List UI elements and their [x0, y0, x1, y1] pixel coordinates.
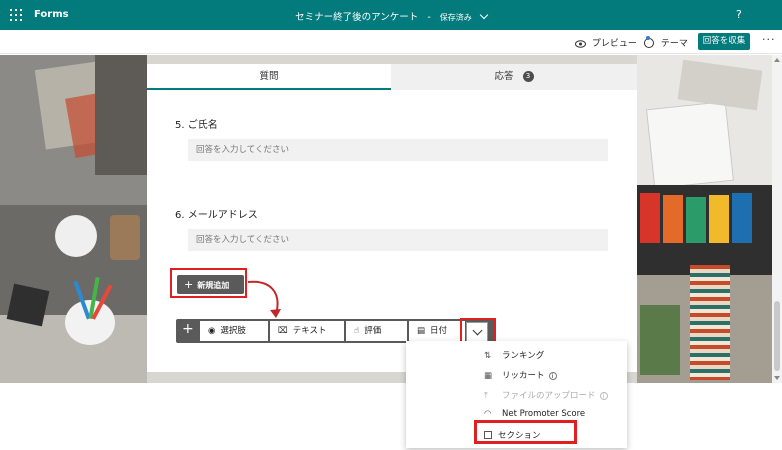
preview-button[interactable]: プレビュー [575, 36, 637, 49]
choice-label: 選択肢 [220, 326, 246, 336]
theme-button[interactable]: テーマ [644, 36, 688, 49]
command-bar: プレビュー テーマ 回答を収集 ··· [0, 30, 782, 54]
app-bar: Forms セミナー終了後のアンケート - 保存済み ? [0, 0, 782, 30]
calendar-icon: ▤ [417, 326, 426, 336]
palette-icon [644, 36, 654, 48]
tab-responses[interactable]: 応答 3 [391, 64, 637, 90]
scrollbar-thumb[interactable] [774, 301, 780, 371]
nps-label: Net Promoter Score [502, 409, 586, 419]
likert-label: リッカート [502, 371, 545, 381]
ranking-icon: ⇅ [484, 351, 492, 361]
text-button[interactable]: ⌧ テキスト [270, 321, 344, 341]
page-scrollbar[interactable] [772, 55, 782, 383]
question-email-label[interactable]: 6. メールアドレス [175, 206, 258, 221]
response-count-badge: 3 [522, 71, 534, 82]
radio-icon: ◉ [208, 326, 216, 336]
upload-label: ファイルのアップロード [502, 391, 596, 401]
tab-questions[interactable]: 質問 [147, 64, 391, 90]
scroll-down-icon[interactable] [774, 376, 780, 380]
info-icon[interactable]: i [599, 392, 608, 400]
plus-icon[interactable]: + [182, 321, 194, 337]
upload-icon: ⤒ [484, 391, 488, 401]
help-icon[interactable]: ? [736, 8, 742, 21]
menu-item-file-upload: ⤒ ファイルのアップロード i [484, 389, 608, 401]
save-status: 保存済み [439, 13, 472, 22]
date-button[interactable]: ▤ 日付 [409, 321, 465, 341]
answer-input-email[interactable]: 回答を入力してください [188, 229, 608, 251]
choice-button[interactable]: ◉ 選択肢 [200, 321, 268, 341]
rating-label: 評価 [364, 326, 382, 336]
collect-responses-button[interactable]: 回答を収集 [698, 33, 750, 50]
likert-icon: ▦ [484, 371, 493, 381]
curved-arrow-icon [247, 280, 281, 318]
rating-button[interactable]: ☝ 評価 [346, 321, 407, 341]
menu-item-ranking[interactable]: ⇅ ランキング [484, 349, 544, 361]
tab-responses-label: 応答 [494, 71, 514, 82]
theme-label: テーマ [660, 39, 688, 49]
info-icon[interactable]: i [548, 372, 557, 380]
more-options-icon[interactable]: ··· [762, 33, 776, 46]
text-box-icon: ⌧ [278, 326, 288, 336]
chevron-down-icon[interactable] [479, 10, 489, 20]
eye-icon [575, 40, 586, 48]
document-title-text: セミナー終了後のアンケート [295, 12, 419, 23]
thumbs-up-icon: ☝ [354, 326, 360, 336]
question-type-toolbar: + ◉ 選択肢 ⌧ テキスト ☝ 評価 ▤ 日付 [176, 319, 495, 343]
highlight-box-section [474, 420, 577, 444]
text-label: テキスト [292, 326, 327, 336]
menu-item-likert[interactable]: ▦ リッカート i [484, 369, 557, 381]
date-label: 日付 [430, 326, 448, 336]
question-name-label[interactable]: 5. ご氏名 [175, 116, 218, 131]
scroll-up-icon[interactable] [774, 58, 780, 62]
preview-label: プレビュー [591, 39, 637, 49]
title-separator: - [427, 12, 431, 23]
document-title[interactable]: セミナー終了後のアンケート - 保存済み [0, 9, 782, 23]
ranking-label: ランキング [502, 351, 545, 361]
menu-item-net-promoter-score[interactable]: ◠ Net Promoter Score [484, 409, 585, 419]
answer-input-name[interactable]: 回答を入力してください [188, 139, 608, 161]
gauge-icon: ◠ [484, 409, 492, 419]
highlight-box-add-new [170, 268, 247, 298]
